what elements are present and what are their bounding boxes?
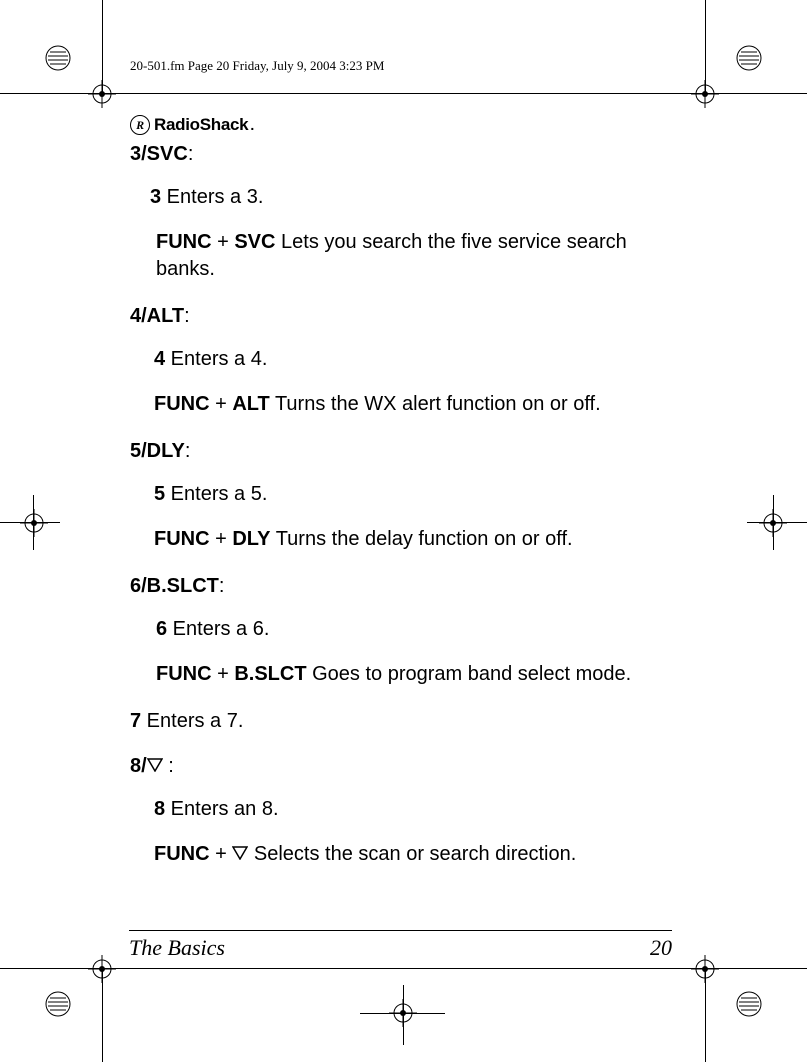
- desc-text: Enters a 6.: [167, 618, 269, 640]
- key-label: 7: [130, 710, 141, 732]
- desc-text: Turns the WX alert function on or off.: [270, 393, 601, 415]
- entry-colon: :: [219, 575, 225, 597]
- key-label: FUNC: [154, 393, 210, 415]
- entry-key: 5/DLY: [130, 440, 185, 462]
- plus-text: +: [210, 393, 233, 415]
- plus-text: +: [212, 663, 235, 685]
- crosshair-icon: [691, 955, 719, 983]
- entry-line: FUNC + ALT Turns the WX alert function o…: [154, 391, 675, 418]
- entry-line: 8 Enters an 8.: [154, 796, 675, 823]
- desc-text: Enters a 3.: [161, 186, 263, 208]
- desc-text: Enters a 5.: [165, 483, 267, 505]
- entry-4-alt: 4/ALT:: [130, 305, 675, 328]
- key-label: FUNC: [154, 843, 210, 865]
- registered-mark-icon: R: [130, 115, 150, 135]
- key-label: 6: [156, 618, 167, 640]
- register-mark-icon: [44, 44, 72, 72]
- entry-line: 4 Enters a 4.: [154, 346, 675, 373]
- desc-text: Selects the scan or search direction.: [248, 843, 576, 865]
- key-label: DLY: [232, 528, 270, 550]
- entry-7: 7 Enters a 7.: [130, 710, 675, 733]
- entry-line: FUNC + SVC Lets you search the five serv…: [156, 229, 675, 283]
- entry-colon: :: [188, 143, 194, 165]
- entry-key: 4/ALT: [130, 305, 184, 327]
- entry-key: 3/SVC: [130, 143, 188, 165]
- crosshair-icon: [88, 80, 116, 108]
- entry-line: 6 Enters a 6.: [156, 616, 675, 643]
- entry-line: FUNC + Selects the scan or search direct…: [154, 841, 675, 868]
- key-label: 4: [154, 348, 165, 370]
- desc-text: Enters a 7.: [141, 710, 243, 732]
- desc-text: Goes to program band select mode.: [307, 663, 632, 685]
- entry-6-bslct: 6/B.SLCT:: [130, 575, 675, 598]
- crosshair-icon: [691, 80, 719, 108]
- entry-colon: :: [163, 755, 174, 777]
- plus-text: +: [210, 843, 233, 865]
- triangle-down-icon: [232, 841, 248, 868]
- footer-section-title: The Basics: [129, 935, 225, 961]
- desc-text: Enters a 4.: [165, 348, 267, 370]
- crop-line-bottom: [0, 968, 807, 969]
- entry-line: FUNC + DLY Turns the delay function on o…: [154, 526, 675, 553]
- crop-line-top: [0, 93, 807, 94]
- entry-line: 5 Enters a 5.: [154, 481, 675, 508]
- brand-logo: R RadioShack.: [130, 115, 675, 135]
- key-label: 3: [150, 186, 161, 208]
- key-label: ALT: [232, 393, 269, 415]
- key-label: 5: [154, 483, 165, 505]
- triangle-down-icon: [147, 755, 163, 778]
- key-label: FUNC: [156, 663, 212, 685]
- plus-text: +: [210, 528, 233, 550]
- key-label: FUNC: [156, 231, 212, 253]
- crop-tick: [403, 985, 404, 1045]
- page-meta-header: 20-501.fm Page 20 Friday, July 9, 2004 3…: [130, 58, 384, 74]
- entry-3-svc: 3/SVC:: [130, 143, 675, 166]
- footer-rule: [129, 930, 672, 931]
- key-label: FUNC: [154, 528, 210, 550]
- register-mark-icon: [735, 990, 763, 1018]
- crosshair-icon: [759, 509, 787, 537]
- entry-line: FUNC + B.SLCT Goes to program band selec…: [156, 661, 675, 688]
- entry-line: 3 Enters a 3.: [150, 184, 675, 211]
- footer-page-number: 20: [650, 935, 672, 961]
- entry-key: 8/: [130, 755, 147, 777]
- key-label: SVC: [234, 231, 275, 253]
- entry-colon: :: [185, 440, 191, 462]
- brand-name: RadioShack: [154, 115, 248, 135]
- desc-text: Enters an 8.: [165, 798, 278, 820]
- brand-dot: .: [250, 117, 254, 133]
- entry-5-dly: 5/DLY:: [130, 440, 675, 463]
- desc-text: Turns the delay function on or off.: [271, 528, 573, 550]
- plus-text: +: [212, 231, 235, 253]
- page-content: R RadioShack. 3/SVC: 3 Enters a 3. FUNC …: [130, 115, 675, 868]
- register-mark-icon: [735, 44, 763, 72]
- entry-key: 6/B.SLCT: [130, 575, 219, 597]
- entry-8-down: 8/ :: [130, 755, 675, 778]
- page-footer: The Basics 20: [129, 930, 672, 961]
- crosshair-icon: [88, 955, 116, 983]
- entry-colon: :: [184, 305, 190, 327]
- crosshair-icon: [20, 509, 48, 537]
- key-label: B.SLCT: [234, 663, 306, 685]
- register-mark-icon: [44, 990, 72, 1018]
- key-label: 8: [154, 798, 165, 820]
